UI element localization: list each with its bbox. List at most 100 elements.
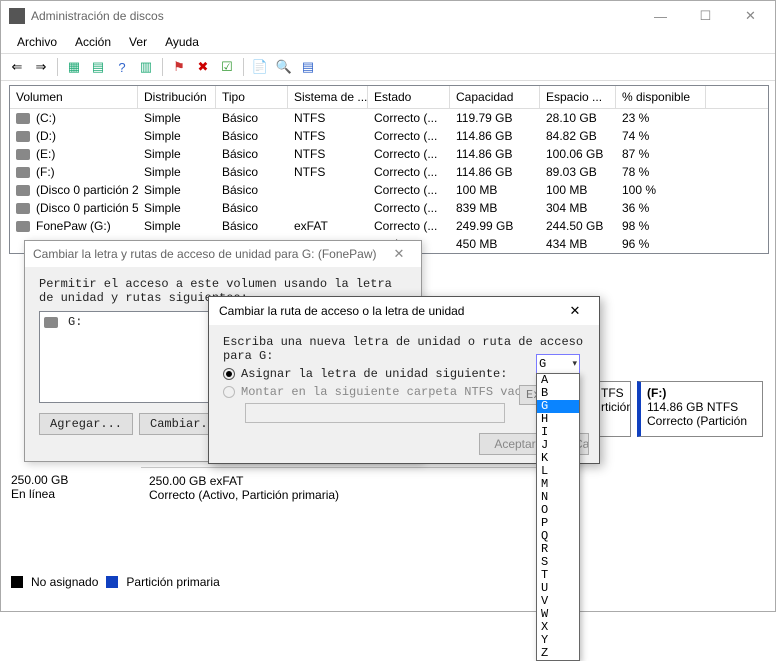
cell: 74 % [616,127,706,145]
column-header[interactable]: % disponible [616,86,706,108]
cell: Simple [138,217,216,235]
flag-icon[interactable]: ⚑ [169,57,189,77]
cell: 114.86 GB [450,163,540,181]
menubar: Archivo Acción Ver Ayuda [1,31,775,53]
cell: Correcto (... [368,199,450,217]
minimize-button[interactable]: — [638,2,683,30]
cell: 28.10 GB [540,109,616,127]
part-g-status: Correcto (Activo, Partición primaria) [149,488,563,502]
table-row[interactable]: (Disco 0 partición 2)SimpleBásicoCorrect… [10,181,768,199]
cell: 89.03 GB [540,163,616,181]
table-row[interactable]: FonePaw (G:)SimpleBásicoexFATCorrecto (.… [10,217,768,235]
dlg2-msg: Escriba una nueva letra de unidad o ruta… [223,335,585,363]
drive-letter-dropdown[interactable]: ABGHIJKLMNOPQRSTUVWXYZ [536,373,580,661]
delete-icon[interactable]: ✖ [193,57,213,77]
part-f-size: 114.86 GB NTFS [647,400,756,414]
drive-icon [16,149,30,160]
cell: Básico [216,199,288,217]
radio-assign-letter[interactable] [223,368,235,380]
cell: Básico [216,163,288,181]
cell: 84.82 GB [540,127,616,145]
cell: 114.86 GB [450,145,540,163]
menu-ver[interactable]: Ver [121,33,155,51]
new-icon[interactable]: 📄 [250,57,270,77]
cell: 87 % [616,145,706,163]
legend-unassigned: No asignado [31,575,98,589]
column-header[interactable]: Capacidad [450,86,540,108]
cell: Básico [216,145,288,163]
cell: (C:) [10,109,138,127]
legend-unassigned-color [11,576,23,588]
cell: 249.99 GB [450,217,540,235]
menu-accion[interactable]: Acción [67,33,119,51]
legend: No asignado Partición primaria [11,575,220,589]
table-row[interactable]: (D:)SimpleBásicoNTFSCorrecto (...114.86 … [10,127,768,145]
dlg2-title: Cambiar la ruta de acceso o la letra de … [219,304,561,318]
partition-g[interactable]: 250.00 GB exFAT Correcto (Activo, Partic… [141,467,571,508]
column-header[interactable]: Sistema de ... [288,86,368,108]
agregar-button[interactable]: Agregar... [39,413,133,435]
cell: 36 % [616,199,706,217]
drive-letter-combo[interactable]: G ▾ [536,354,580,374]
dropdown-option[interactable]: Z [537,647,579,660]
view2-icon[interactable]: ▤ [88,57,108,77]
cell: Simple [138,181,216,199]
cell: NTFS [288,127,368,145]
cell: 114.86 GB [450,127,540,145]
dlg1-close-icon[interactable]: ✕ [385,246,413,262]
maximize-button[interactable]: ☐ [683,2,728,30]
table-row[interactable]: (C:)SimpleBásicoNTFSCorrecto (...119.79 … [10,109,768,127]
dropdown-option[interactable]: Y [537,634,579,647]
column-header[interactable]: Distribución [138,86,216,108]
help-icon[interactable]: ? [112,57,132,77]
search-icon[interactable]: 🔍 [274,57,294,77]
view1-icon[interactable]: ▦ [64,57,84,77]
cell: exFAT [288,217,368,235]
part-f-name: (F:) [647,386,756,400]
cell: Simple [138,199,216,217]
list-icon[interactable]: ▤ [298,57,318,77]
dlg2-close-icon[interactable]: ✕ [561,303,589,319]
drive-icon [44,317,58,328]
cell: NTFS [288,145,368,163]
cell: Simple [138,127,216,145]
combo-value: G [539,357,546,371]
frag-fs: TFS [601,386,624,400]
check-icon[interactable]: ☑ [217,57,237,77]
cell: 100 MB [450,181,540,199]
partition-f[interactable]: (F:) 114.86 GB NTFS Correcto (Partición [637,381,763,437]
close-button[interactable]: ✕ [728,2,773,30]
cell: Básico [216,127,288,145]
table-row[interactable]: (Disco 0 partición 5)SimpleBásicoCorrect… [10,199,768,217]
column-header[interactable]: Espacio ... [540,86,616,108]
view3-icon[interactable]: ▥ [136,57,156,77]
table-row[interactable]: (F:)SimpleBásicoNTFSCorrecto (...114.86 … [10,163,768,181]
menu-archivo[interactable]: Archivo [9,33,65,51]
frag-status: rtición [601,400,624,414]
column-header[interactable]: Volumen [10,86,138,108]
column-header[interactable]: Tipo [216,86,288,108]
radio-mount-folder[interactable] [223,386,235,398]
cell: 100.06 GB [540,145,616,163]
table-row[interactable]: (E:)SimpleBásicoNTFSCorrecto (...114.86 … [10,145,768,163]
cell: 100 % [616,181,706,199]
cell: Simple [138,109,216,127]
forward-icon[interactable]: ⇒ [31,57,51,77]
cell: 98 % [616,217,706,235]
dlg1-item: G: [68,315,82,329]
cell: Básico [216,217,288,235]
mount-path-input [245,403,505,423]
cell: (D:) [10,127,138,145]
dropdown-option[interactable]: X [537,621,579,634]
cell: Simple [138,145,216,163]
disk-size: 250.00 GB [11,473,68,487]
part-g-size: 250.00 GB exFAT [149,474,563,488]
cell: Correcto (... [368,163,450,181]
cell: (Disco 0 partición 2) [10,181,138,199]
back-icon[interactable]: ⇐ [7,57,27,77]
part-f-status: Correcto (Partición [647,414,756,428]
cell: 23 % [616,109,706,127]
cell: Básico [216,181,288,199]
column-header[interactable]: Estado [368,86,450,108]
menu-ayuda[interactable]: Ayuda [157,33,207,51]
